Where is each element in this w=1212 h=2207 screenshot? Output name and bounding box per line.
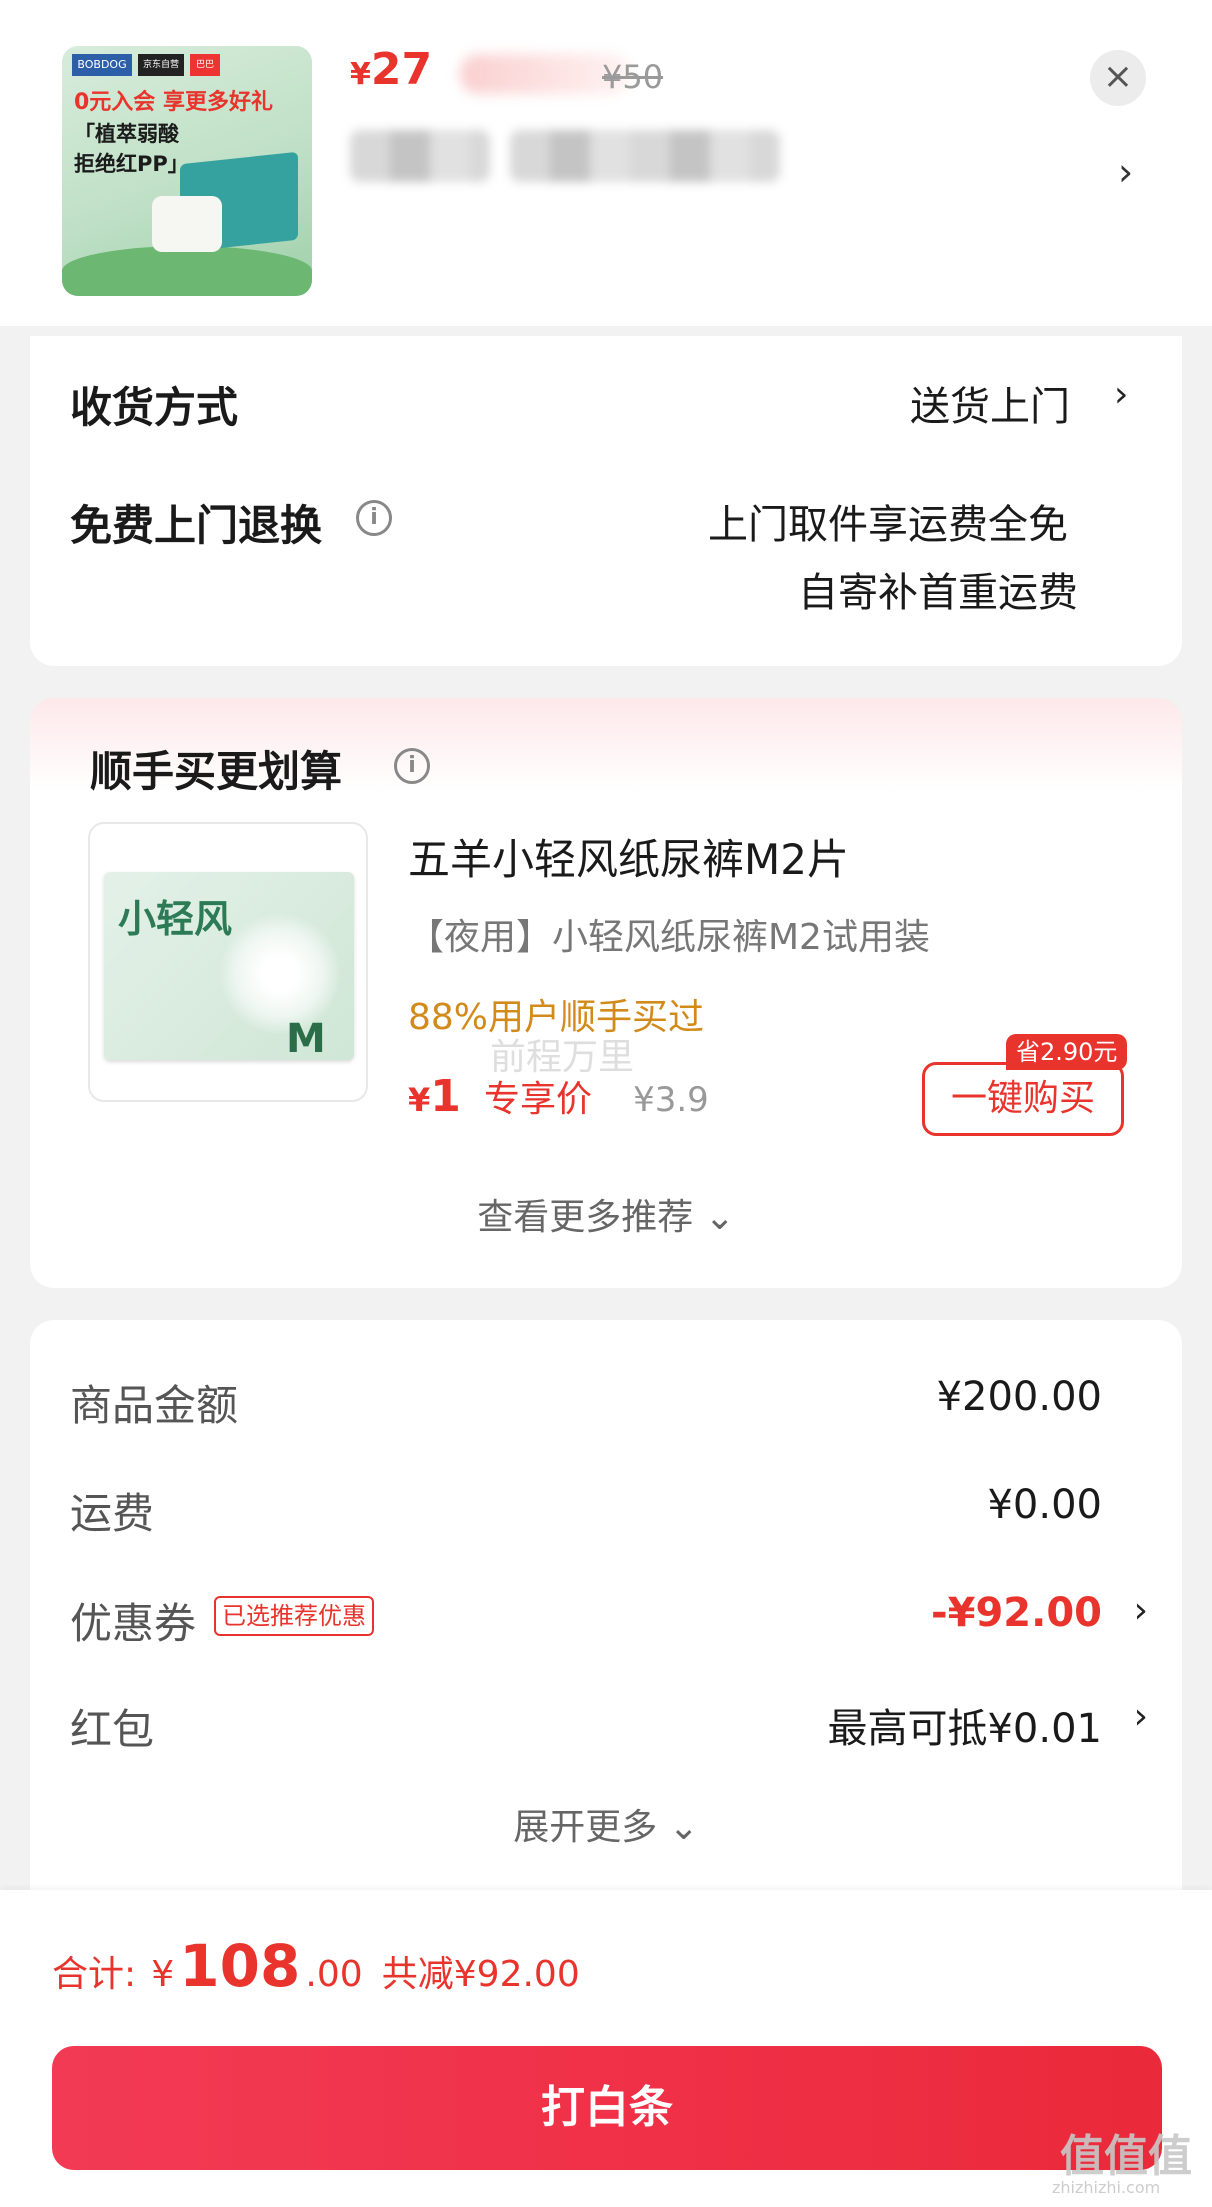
- free-return-label: 免费上门退换: [70, 501, 323, 550]
- product-header-card: BOBDOG 京东自营 巴巴 0元入会 享更多好礼 「植萃弱酸 拒绝红PP」 ¥…: [0, 0, 1212, 326]
- thumb-leaf-decoration: [62, 246, 312, 296]
- pay-with-baitiao-button[interactable]: 打白条: [52, 2046, 1162, 2170]
- product-price-row: ¥27 ¥50: [350, 44, 663, 104]
- subtotal-value: ¥200.00: [936, 1374, 1102, 1420]
- total-amount: 108: [179, 1932, 301, 2000]
- recommendation-title: 顺手买更划算: [90, 747, 343, 796]
- close-button[interactable]: ×: [1090, 50, 1146, 106]
- product-thumbnail[interactable]: BOBDOG 京东自营 巴巴 0元入会 享更多好礼 「植萃弱酸 拒绝红PP」: [62, 46, 312, 296]
- blurred-product-title: [350, 130, 490, 182]
- chevron-right-icon[interactable]: ›: [1134, 1590, 1148, 1631]
- blurred-product-spec: [510, 130, 780, 182]
- red-packet-label: 红包: [70, 1705, 155, 1754]
- total-label: 合计:: [52, 1954, 137, 1995]
- site-watermark-url: zhizhizhi.com: [1052, 2178, 1161, 2197]
- thumb-slogan-line1: 「植萃弱酸: [74, 122, 179, 146]
- info-icon[interactable]: i: [394, 748, 430, 784]
- coupon-selected-tag: 已选推荐优惠: [214, 1596, 374, 1636]
- total-currency: ¥: [151, 1954, 175, 1995]
- recommended-original-price: ¥3.9: [633, 1080, 709, 1120]
- total-saved: 共减¥92.00: [381, 1954, 580, 1995]
- delivery-method-label: 收货方式: [70, 383, 239, 432]
- chevron-right-icon[interactable]: ›: [1118, 150, 1133, 194]
- recommended-price: ¥1: [408, 1071, 461, 1122]
- more-recommendations-link[interactable]: 查看更多推荐 ⌄: [30, 1188, 1182, 1240]
- savings-badge: 省2.90元: [1006, 1034, 1128, 1070]
- shipping-label: 运费: [70, 1489, 155, 1538]
- brand-logo: BOBDOG: [72, 54, 132, 76]
- delivery-method-value[interactable]: 送货上门: [910, 374, 1070, 432]
- recommended-product-image[interactable]: 小轻风 M: [88, 822, 368, 1102]
- partner-logo: 巴巴: [190, 54, 220, 76]
- recommended-product-desc: 【夜用】小轻风纸尿裤M2试用装: [408, 917, 930, 958]
- store-logo: 京东自营: [138, 54, 184, 76]
- recommendation-card: 顺手买更划算 i 小轻风 M 五羊小轻风纸尿裤M2片 【夜用】小轻风纸尿裤M2试…: [30, 698, 1182, 1288]
- product-price: ¥27: [350, 44, 433, 95]
- chevron-right-icon[interactable]: ›: [1134, 1696, 1148, 1737]
- info-icon[interactable]: i: [356, 500, 392, 536]
- total-decimal: .00: [305, 1954, 363, 1995]
- product-original-price: ¥50: [602, 58, 664, 96]
- red-packet-value[interactable]: 最高可抵¥0.01: [827, 1696, 1102, 1754]
- delivery-card: 收货方式 送货上门 › 免费上门退换 i 上门取件享运费全免 自寄补首重运费: [30, 336, 1182, 666]
- subtotal-label: 商品金额: [70, 1381, 239, 1430]
- free-return-value-line1: 上门取件享运费全免: [708, 502, 1068, 548]
- recommended-price-row: ¥1 专享价 ¥3.9: [408, 1070, 709, 1130]
- exclusive-price-tag: 专享价: [483, 1079, 592, 1120]
- free-return-value-line2: 自寄补首重运费: [798, 570, 1078, 616]
- expand-more-link[interactable]: 展开更多 ⌄: [30, 1798, 1182, 1850]
- thumb-diaper-image: [152, 196, 222, 252]
- total-row: 合计: ¥ 108 .00 共减¥92.00: [52, 1932, 580, 2000]
- checkout-bar: 合计: ¥ 108 .00 共减¥92.00 打白条: [0, 1890, 1212, 2207]
- site-watermark: 值值值: [1060, 2131, 1192, 2182]
- pack-brand-text: 小轻风: [118, 897, 233, 941]
- pack-size-text: M: [286, 1016, 326, 1062]
- one-click-buy-button[interactable]: 一键购买: [922, 1062, 1124, 1136]
- coupon-value[interactable]: -¥92.00: [931, 1590, 1102, 1636]
- price-summary-card: 商品金额 ¥200.00 运费 ¥0.00 优惠券 已选推荐优惠 -¥92.00…: [30, 1320, 1182, 1920]
- shipping-value: ¥0.00: [987, 1482, 1102, 1528]
- coupon-label: 优惠券: [70, 1599, 197, 1648]
- recommended-product-name[interactable]: 五羊小轻风纸尿裤M2片: [408, 826, 849, 887]
- thumb-slogan-line2: 拒绝红PP」: [74, 152, 189, 176]
- chevron-right-icon[interactable]: ›: [1114, 374, 1128, 415]
- thumb-promo-text: 0元入会 享更多好礼: [74, 90, 273, 115]
